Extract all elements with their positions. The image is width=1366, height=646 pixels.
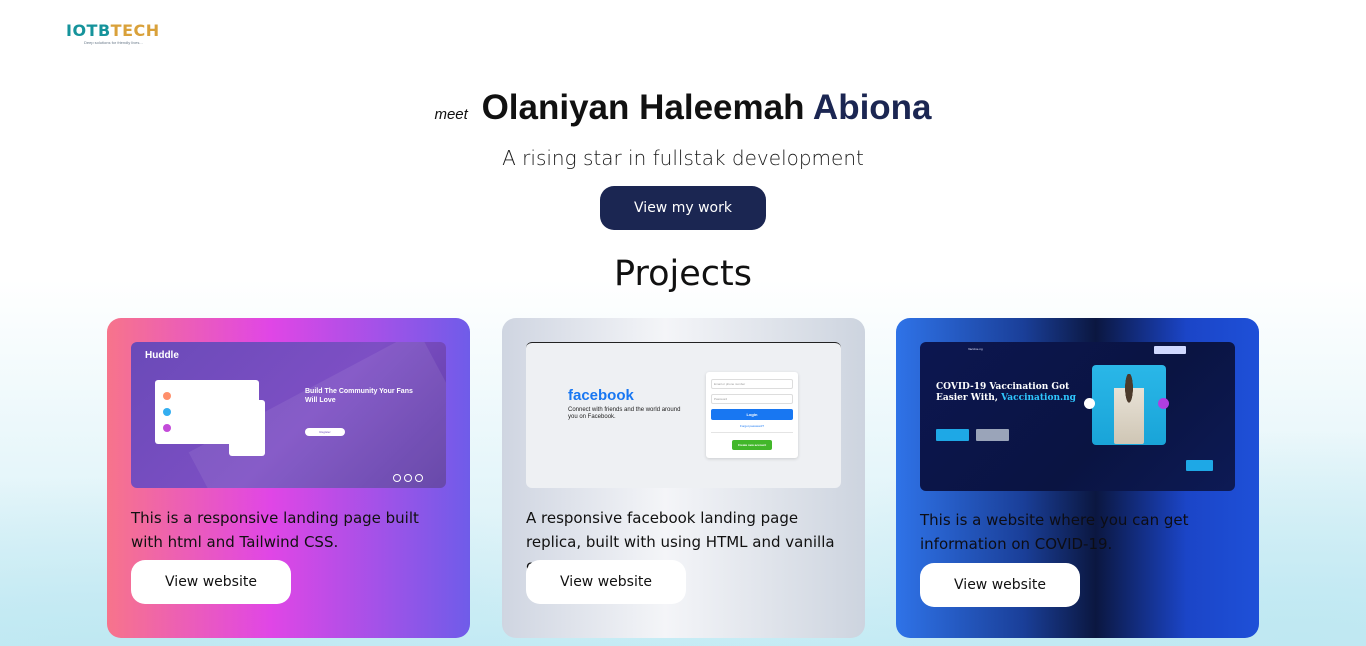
preview-button: Register [305, 428, 345, 436]
preview-forgot-link: Forgot password? [739, 424, 764, 428]
hero: meet Olaniyan Haleemah Abiona A rising s… [0, 86, 1366, 170]
preview-login-button: Login [711, 409, 793, 420]
preview-headline: COVID-19 Vaccination Got Easier With, Va… [936, 382, 1096, 404]
preview-brand: Huddle [145, 350, 179, 361]
preview-nav-button [1154, 346, 1186, 354]
facebook-icon [393, 474, 401, 482]
logo-wordmark: IOTBTECH [66, 22, 166, 40]
project-preview-facebook: facebook Connect with friends and the wo… [526, 342, 841, 488]
twitter-icon [404, 474, 412, 482]
logo[interactable]: IOTBTECH Deep solutions for friendly liv… [66, 22, 166, 46]
preview-brand: Vaccine.ng [968, 347, 983, 351]
preview-figure [1114, 374, 1144, 444]
view-website-button[interactable]: View website [526, 560, 686, 604]
preview-create-button: Create new account [732, 440, 772, 450]
hero-subtitle: A rising star in fullstak development [502, 146, 864, 170]
preview-dot [163, 392, 171, 400]
preview-secondary-button [976, 429, 1009, 441]
preview-login-box: Email or phone number Password Login For… [706, 372, 798, 458]
preview-tagline: Connect with friends and the world aroun… [568, 407, 681, 420]
hero-name-last: Abiona [812, 88, 932, 127]
hero-meet: meet [434, 106, 468, 123]
project-description: This is a responsive landing page built … [131, 509, 419, 551]
hero-name-first: Olaniyan Haleemah [481, 88, 805, 127]
projects-title: Projects [614, 254, 752, 294]
project-description: This is a website where you can get info… [920, 511, 1189, 553]
preview-heading: Build The Community Your Fans Will Love [305, 388, 413, 404]
view-website-button[interactable]: View website [131, 560, 291, 604]
project-card-vaccination: Vaccine.ng COVID-19 Vaccination Got Easi… [896, 318, 1259, 638]
project-preview-huddle: Huddle Build The Community Your Fans Wil… [131, 342, 446, 488]
logo-part-2: TECH [110, 21, 160, 40]
preview-password-field: Password [711, 394, 793, 404]
preview-dot [163, 424, 171, 432]
preview-headline-highlight: Vaccination.ng [1001, 393, 1076, 403]
logo-part-1: IOTB [66, 21, 111, 40]
project-card-huddle: Huddle Build The Community Your Fans Wil… [107, 318, 470, 638]
preview-email-field: Email or phone number [711, 379, 793, 389]
hero-name: meet Olaniyan Haleemah Abiona [0, 86, 1366, 137]
preview-search-button [1186, 460, 1213, 471]
instagram-icon [415, 474, 423, 482]
preview-chip [1158, 398, 1169, 409]
preview-mockup-phone [229, 400, 265, 456]
preview-primary-button [936, 429, 969, 441]
logo-tagline: Deep solutions for friendly lives... [84, 40, 143, 45]
preview-chip [1084, 398, 1095, 409]
view-website-button[interactable]: View website [920, 563, 1080, 607]
project-preview-vaccination: Vaccine.ng COVID-19 Vaccination Got Easi… [920, 342, 1235, 491]
preview-dot [163, 408, 171, 416]
preview-divider [711, 432, 793, 433]
view-my-work-button[interactable]: View my work [600, 186, 766, 230]
project-card-facebook: facebook Connect with friends and the wo… [502, 318, 865, 638]
preview-brand: facebook [568, 387, 634, 404]
